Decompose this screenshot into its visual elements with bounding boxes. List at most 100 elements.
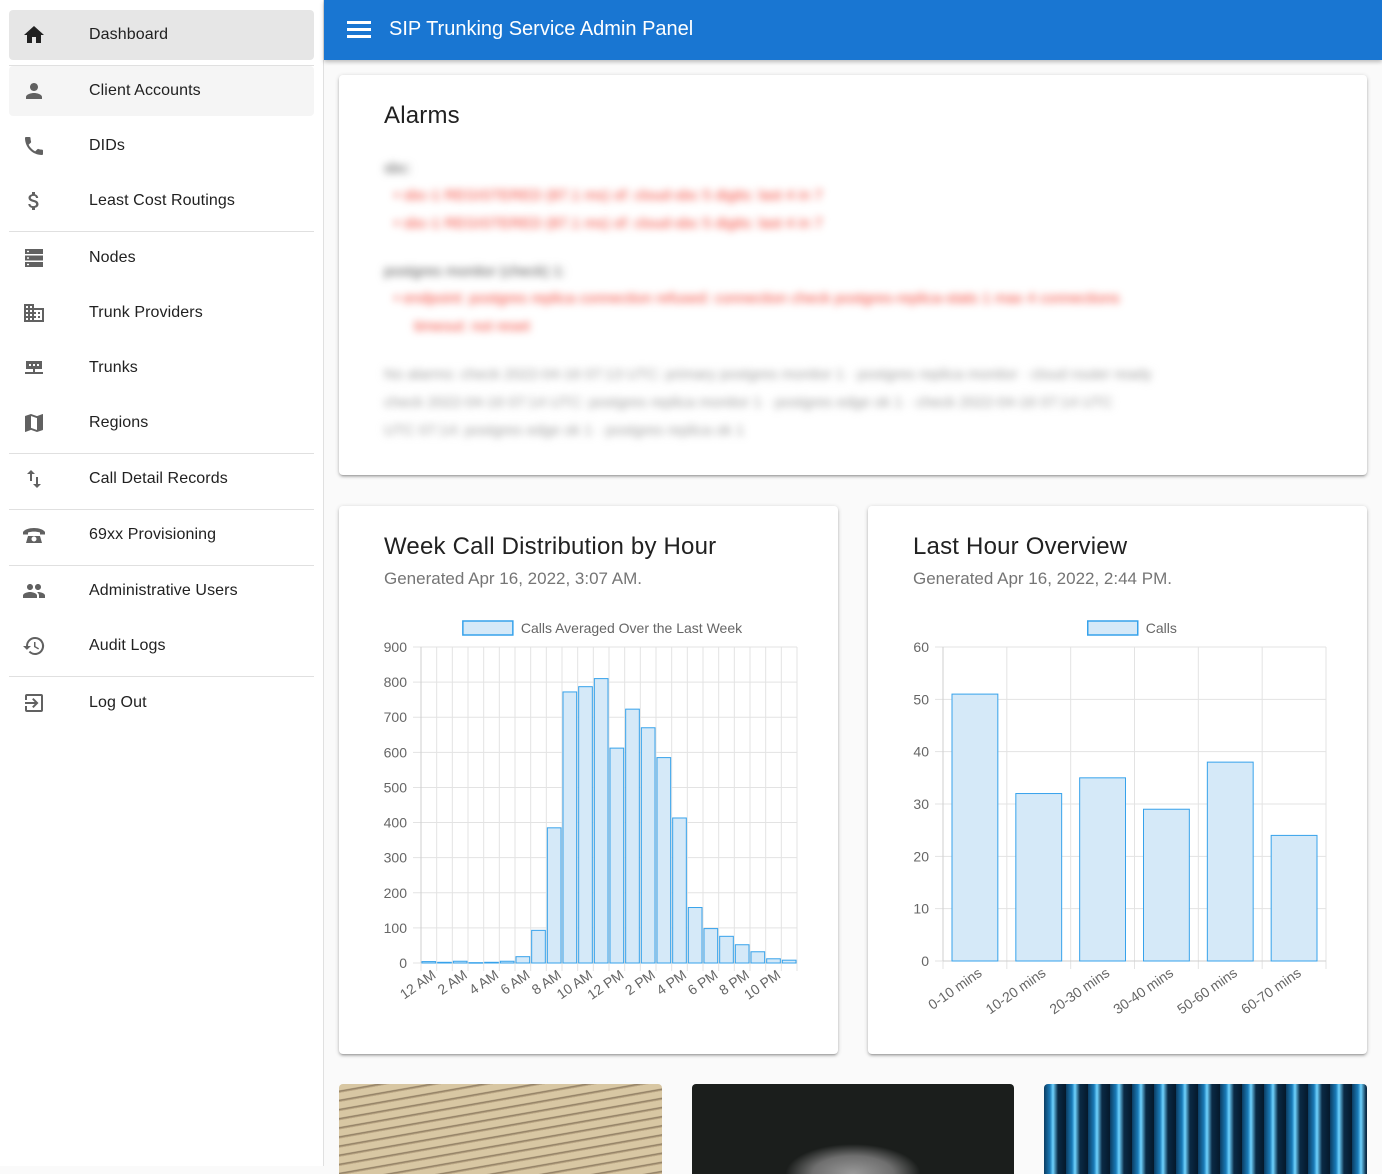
- y-tick-label: 30: [913, 796, 929, 812]
- app-title: SIP Trunking Service Admin Panel: [389, 18, 694, 40]
- sidebar-item-call-detail-records[interactable]: Call Detail Records: [9, 454, 314, 504]
- bar: [687, 907, 703, 964]
- y-tick-label: 100: [384, 920, 408, 936]
- bar: [766, 958, 781, 964]
- legend-label: Calls Averaged Over the Last Week: [521, 620, 743, 636]
- sidebar-item-label: DIDs: [89, 137, 125, 154]
- x-tick-label: 2 AM: [435, 966, 470, 997]
- y-tick-label: 40: [913, 744, 929, 760]
- y-tick-label: 900: [384, 639, 408, 655]
- sidebar-item-label: Log Out: [89, 694, 147, 711]
- sidebar-item-label: Regions: [89, 414, 149, 431]
- y-tick-label: 200: [384, 885, 408, 901]
- bar: [437, 961, 452, 964]
- y-tick-label: 0: [399, 955, 407, 971]
- sidebar-item-label: Nodes: [89, 249, 136, 266]
- bar: [1015, 793, 1063, 962]
- x-tick-label: 30-40 mins: [1110, 964, 1176, 1017]
- alarm-note: UTC 07:14: postgres edge ok 1 · postgres…: [384, 422, 745, 439]
- business-icon: [21, 300, 47, 326]
- week-chart-card: Week Call Distribution by Hour Generated…: [339, 506, 838, 1054]
- sidebar-item-regions[interactable]: Regions: [9, 398, 314, 448]
- y-tick-label: 20: [913, 848, 929, 864]
- app-bar: SIP Trunking Service Admin Panel: [324, 0, 1382, 60]
- y-tick-label: 800: [384, 674, 408, 690]
- bar: [750, 951, 766, 964]
- sidebar-item-label: Audit Logs: [89, 637, 166, 654]
- x-tick-label: 4 PM: [653, 966, 689, 998]
- swap-vert-icon: [21, 466, 47, 492]
- sidebar-item-trunk-providers[interactable]: Trunk Providers: [9, 288, 314, 338]
- sidebar-item-dashboard[interactable]: Dashboard: [9, 10, 314, 60]
- x-tick-label: 0-10 mins: [925, 964, 985, 1012]
- x-tick-label: 10-20 mins: [983, 964, 1049, 1017]
- divider: [9, 676, 314, 677]
- sidebar-item-trunks[interactable]: Trunks: [9, 343, 314, 393]
- bar: [468, 962, 484, 964]
- bar: [421, 961, 437, 964]
- bar: [1270, 834, 1318, 962]
- logout-icon: [21, 690, 47, 716]
- y-tick-label: 600: [384, 744, 408, 760]
- bar: [593, 678, 609, 964]
- map-icon: [21, 410, 47, 436]
- y-tick-label: 400: [384, 815, 408, 831]
- sidebar-item-dids[interactable]: DIDs: [9, 121, 314, 171]
- bar: [531, 929, 546, 964]
- people-icon: [21, 578, 47, 604]
- bar: [656, 757, 672, 964]
- menu-icon[interactable]: [344, 18, 374, 42]
- rotary-phone-icon: [21, 522, 47, 548]
- alarm-line: • sbc-1 REGISTERED (87.1 ms) of: cloud-s…: [394, 215, 823, 232]
- alarm-line: • endpoint: postgres replica connection …: [394, 290, 1120, 307]
- bar: [499, 960, 515, 964]
- sidebar-item-label: Call Detail Records: [89, 470, 228, 487]
- sidebar-item-client-accounts[interactable]: Client Accounts: [9, 66, 314, 116]
- alarms-card: Alarms sbc: • sbc-1 REGISTERED (87.1 ms)…: [339, 75, 1367, 475]
- alarm-note: check 2022-04-16 07:14 UTC: postgres rep…: [384, 394, 1113, 411]
- week-chart: Calls Averaged Over the Last Week 0 100 200…: [384, 620, 798, 1003]
- y-tick-label: 60: [913, 639, 929, 655]
- legend-label: Calls: [1146, 620, 1177, 636]
- hour-chart-card: Last Hour Overview Generated Apr 16, 202…: [868, 506, 1367, 1054]
- sidebar-item-nodes[interactable]: Nodes: [9, 233, 314, 283]
- alarms-title: Alarms: [384, 102, 460, 129]
- divider: [9, 231, 314, 232]
- telephone-image: [692, 1084, 1014, 1174]
- legend-swatch: [462, 620, 514, 636]
- sidebar: Dashboard Client Accounts DIDs Least Cos…: [0, 0, 324, 1166]
- legend-swatch: [1087, 620, 1139, 636]
- sidebar-item-administrative-users[interactable]: Administrative Users: [9, 566, 314, 616]
- bar: [734, 944, 750, 964]
- sidebar-item-label: 69xx Provisioning: [89, 526, 217, 543]
- y-tick-label: 700: [384, 709, 408, 725]
- bar: [1143, 808, 1190, 962]
- alarm-line: • sbc-1 REGISTERED (87.1 ms) of: cloud-s…: [394, 187, 823, 204]
- sidebar-item-log-out[interactable]: Log Out: [9, 678, 314, 728]
- bar: [452, 960, 468, 964]
- x-tick-label: 20-30 mins: [1046, 964, 1112, 1017]
- bar: [609, 747, 625, 964]
- alarm-heading: sbc:: [384, 160, 412, 177]
- alarm-line: timeout: not reset: [414, 318, 530, 335]
- bar: [781, 959, 797, 964]
- bar: [640, 727, 656, 964]
- x-tick-label: 6 AM: [497, 966, 532, 997]
- bar: [562, 691, 578, 964]
- dns-icon: [21, 245, 47, 271]
- sidebar-item-69xx-provisioning[interactable]: 69xx Provisioning: [9, 510, 314, 560]
- ledger-image: [339, 1084, 662, 1174]
- x-tick-label: 12 PM: [584, 966, 626, 1002]
- alarm-note: No alarms: check 2022-04-16 07:13 UTC: p…: [384, 366, 1152, 383]
- sidebar-item-least-cost-routings[interactable]: Least Cost Routings: [9, 176, 314, 226]
- phone-icon: [21, 133, 47, 159]
- y-tick-label: 50: [913, 691, 929, 707]
- settings-ethernet-icon: [21, 355, 47, 381]
- dollar-icon: [21, 188, 47, 214]
- sidebar-item-audit-logs[interactable]: Audit Logs: [9, 621, 314, 671]
- person-icon: [21, 78, 47, 104]
- x-tick-label: 12 AM: [397, 966, 439, 1002]
- bar: [546, 827, 562, 964]
- server-rack-image: [1044, 1084, 1367, 1174]
- history-icon: [21, 633, 47, 659]
